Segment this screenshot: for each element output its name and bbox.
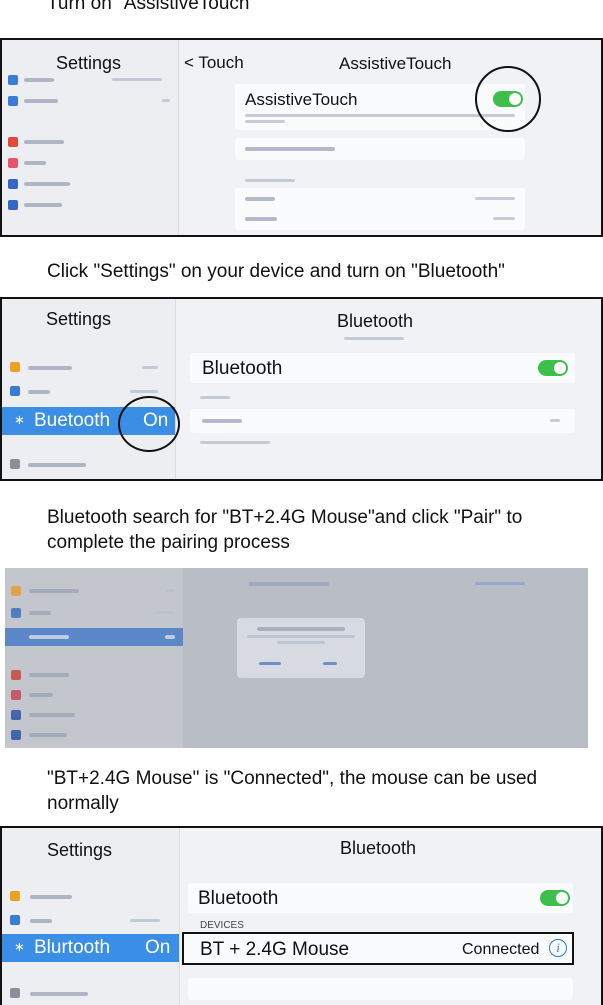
settings-icon — [8, 200, 18, 210]
detail-pane: Bluetooth Bluetooth — [176, 299, 601, 479]
step2-instruction: Click "Settings" on your device and turn… — [47, 261, 505, 282]
settings-icon — [11, 586, 21, 596]
step4-instruction-line2: normally — [47, 793, 119, 814]
step3-instruction-line1: Bluetooth search for "BT+2.4G Mouse"and … — [47, 507, 523, 528]
page-title: Bluetooth — [337, 311, 414, 331]
settings-icon — [8, 137, 18, 147]
sidebar-title: Settings — [47, 840, 113, 860]
device-row[interactable]: BT + 2.4G Mouse Connected i — [182, 932, 574, 965]
settings-icon — [10, 386, 20, 396]
bluetooth-row: Bluetooth — [188, 883, 573, 913]
bluetooth-icon: ∗ — [14, 412, 25, 427]
device-name: BT + 2.4G Mouse — [200, 939, 350, 960]
devices-row — [190, 409, 575, 433]
sidebar-item-bluetooth[interactable]: ∗ Blurtooth On — [2, 934, 179, 962]
settings-icon — [10, 915, 20, 925]
bluetooth-toggle[interactable] — [538, 360, 568, 376]
row-label: Bluetooth — [198, 888, 279, 909]
settings-icon — [11, 670, 21, 680]
page-title: Bluetooth — [340, 838, 417, 858]
step3-instruction-line2: complete the pairing process — [47, 532, 290, 553]
step3-screenshot — [5, 568, 588, 748]
bluetooth-icon: ∗ — [14, 939, 25, 954]
row-label: AssistiveTouch — [245, 90, 358, 109]
settings-icon — [8, 179, 18, 189]
settings-icon — [11, 608, 21, 618]
step4-instruction-line1: "BT+2.4G Mouse" is "Connected", the mous… — [47, 768, 538, 789]
settings-icon — [8, 158, 18, 168]
info-icon[interactable]: i — [549, 939, 567, 957]
sidebar: Settings — [2, 40, 179, 235]
step4-screenshot: Settings ∗ Blurtooth On Bluetooth Blueto… — [0, 826, 603, 1005]
bluetooth-toggle[interactable] — [540, 890, 570, 906]
sidebar-item-bluetooth[interactable] — [5, 628, 183, 646]
device-status: Connected — [462, 941, 540, 958]
settings-icon — [8, 96, 18, 106]
sidebar-title: Settings — [56, 53, 122, 73]
page-title: AssistiveTouch — [339, 54, 452, 73]
step2-screenshot: Settings ∗ Buetooth On Bluetooth Bluetoo… — [0, 297, 603, 481]
step1-instruction: Turn on "AssistiveTouch" — [47, 0, 257, 14]
sidebar — [5, 568, 183, 748]
settings-icon — [8, 75, 18, 85]
sidebar-item-label: Buetooth — [34, 410, 111, 431]
step1-screenshot: Settings < Touch AssistiveTouch Assistiv… — [0, 38, 603, 237]
detail-pane: < Touch AssistiveTouch AssistiveTouch — [179, 40, 601, 235]
pair-dialog — [237, 618, 365, 678]
customize-row[interactable] — [235, 138, 525, 160]
sidebar: Settings ∗ Buetooth On — [2, 299, 176, 479]
settings-icon — [11, 730, 21, 740]
actions-group — [235, 188, 525, 230]
back-button[interactable]: < Touch — [184, 53, 244, 73]
detail-pane: Bluetooth Bluetooth DEVICES BT + 2.4G Mo… — [180, 828, 601, 1005]
settings-icon — [10, 362, 20, 372]
highlight-circle — [118, 396, 180, 452]
sidebar: Settings ∗ Blurtooth On — [2, 828, 180, 1005]
settings-icon — [10, 459, 20, 469]
settings-icon — [11, 690, 21, 700]
settings-icon — [10, 891, 20, 901]
bluetooth-row: Bluetooth — [190, 353, 575, 383]
sidebar-title: Settings — [46, 309, 112, 329]
sidebar-item-value: On — [145, 937, 171, 958]
pair-button[interactable] — [323, 662, 337, 665]
sidebar-item-label: Blurtooth — [34, 937, 111, 958]
highlight-circle — [475, 66, 541, 132]
settings-icon — [10, 988, 20, 998]
row-label: Bluetooth — [202, 358, 283, 379]
cancel-button[interactable] — [259, 662, 281, 665]
section-label: DEVICES — [200, 920, 244, 931]
settings-icon — [11, 710, 21, 720]
